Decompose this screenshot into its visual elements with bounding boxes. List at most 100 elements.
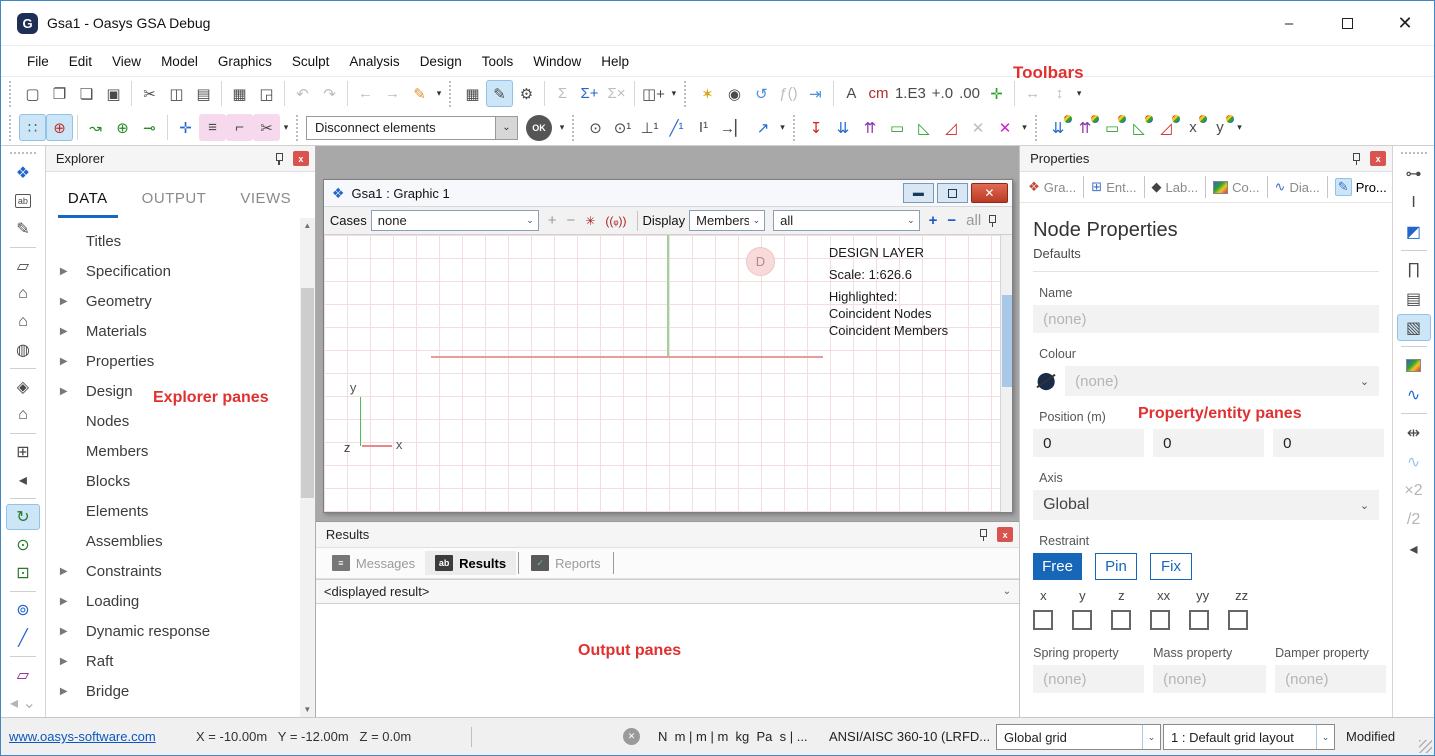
resize-grip[interactable] [1419,740,1432,753]
font[interactable]: A [838,80,865,107]
contour-shear[interactable]: ◺ [1126,114,1153,141]
menu-view[interactable]: View [102,46,151,76]
menu-analysis[interactable]: Analysis [339,46,409,76]
cut[interactable]: ✂ [136,80,163,107]
open-file[interactable]: ❐ [46,80,73,107]
clear-display[interactable]: ✕ [992,114,1019,141]
axes-triad[interactable]: ✛ [983,80,1010,107]
axis-select[interactable]: Global ⌄ [1033,490,1379,520]
oasys-link[interactable]: www.oasys-software.com [9,718,156,755]
contour-reactions[interactable]: ⇈ [1072,114,1099,141]
expand-arrow-icon[interactable]: ▶ [46,656,68,667]
diagram-settings[interactable]: ∿ [1397,381,1431,408]
tree-item-properties[interactable]: ▶Properties [46,346,300,376]
show-nodes[interactable]: ⊙ [582,114,609,141]
match-properties[interactable]: ✎ [406,80,433,107]
add-node[interactable]: ⊕ [46,114,73,141]
dof-xx-checkbox[interactable] [1150,610,1170,630]
releases[interactable]: →▏ [717,114,750,141]
scrollbar-thumb[interactable] [1002,295,1012,387]
pin-icon[interactable] [977,528,989,541]
dof-y-checkbox[interactable] [1072,610,1092,630]
select-polygon[interactable]: ▱ [6,662,40,688]
expand-arrow-icon[interactable]: ▶ [46,356,68,367]
restraint-fix-button[interactable]: Fix [1150,553,1192,580]
toolbar-caret[interactable]: ▾ [668,80,680,107]
tab-graphics[interactable]: ❖Gra... [1024,175,1080,199]
tab-entities[interactable]: ⊞Ent... [1087,175,1140,199]
spring-property-field[interactable] [1033,665,1144,693]
toolbar-caret[interactable]: ▾ [433,80,445,107]
name-field[interactable] [1033,305,1379,333]
menu-graphics[interactable]: Graphics [208,46,282,76]
goto-list[interactable]: ⇥ [802,80,829,107]
displayed-result-combo[interactable]: <displayed result> ⌄ [316,579,1019,604]
table-view[interactable]: ▦ [459,80,486,107]
sculpt-tool-combo[interactable]: Disconnect elements ⌄ [306,116,518,140]
close-file[interactable]: ❏ [73,80,100,107]
find[interactable]: ◉ [721,80,748,107]
restraint-free-button[interactable]: Free [1033,553,1082,580]
new-file[interactable]: ▢ [19,80,46,107]
tab-reports[interactable]: ✓Reports [521,551,611,575]
new-output-view[interactable]: ab [6,188,40,214]
wizard-wand[interactable]: ✶ [694,80,721,107]
expand-arrow-icon[interactable]: ▶ [46,326,68,337]
expand-arrow-icon[interactable]: ▶ [46,566,68,577]
toolbar-caret[interactable]: ▾ [1073,80,1085,107]
element-numbers[interactable]: ╱¹ [663,114,690,141]
tree-item-nodes[interactable]: Nodes [46,406,300,436]
sum-delete[interactable]: Σ× [603,80,630,107]
toolbar-drag-handle[interactable] [1401,152,1427,154]
minimize-button[interactable]: – [1260,1,1318,45]
tree-item-constraints[interactable]: ▶Constraints [46,556,300,586]
grid-layout-combo[interactable]: 1 : Default grid layout ⌄ [1163,724,1335,750]
sum-add[interactable]: Σ+ [576,80,603,107]
menu-tools[interactable]: Tools [472,46,524,76]
add-axes[interactable]: ✛ [172,114,199,141]
scale-x2[interactable]: ×2 [1397,477,1431,504]
edit-mode[interactable]: ✎ [6,216,40,242]
menu-edit[interactable]: Edit [59,46,102,76]
decimals-less[interactable]: .00 [956,80,983,107]
section-view[interactable]: I [1397,189,1431,216]
select-elements[interactable]: ╱ [6,625,40,651]
close-pane-icon[interactable]: x [293,151,309,166]
local-axes[interactable]: ↗ [750,114,777,141]
add-circle[interactable]: ⊕ [109,114,136,141]
tree-item-raft[interactable]: ▶Raft [46,646,300,676]
scale-half[interactable]: /2 [1397,506,1431,533]
tree-item-blocks[interactable]: Blocks [46,466,300,496]
menu-help[interactable]: Help [591,46,639,76]
new-graphic-view[interactable]: ❖ [6,160,40,186]
graphic-canvas[interactable]: D DESIGN LAYER Scale: 1:626.6 Highlighte… [324,235,1000,512]
tree-item-assemblies[interactable]: Assemblies [46,526,300,556]
fit-width[interactable]: ↔ [1019,80,1046,107]
case-remove-icon[interactable]: − [562,212,581,229]
shear-diagram[interactable]: ◺ [911,114,938,141]
position-z-field[interactable] [1273,429,1384,457]
no-colour-icon[interactable]: ⬤ [1033,368,1059,394]
tree-item-materials[interactable]: ▶Materials [46,316,300,346]
graphic-close-button[interactable]: ✕ [971,183,1008,203]
display-add-icon[interactable]: + [924,212,943,229]
tree-item-geometry[interactable]: ▶Geometry [46,286,300,316]
contour-moment[interactable]: ◿ [1153,114,1180,141]
sum[interactable]: Σ [549,80,576,107]
select-nodes[interactable]: ⊚ [6,597,40,623]
menu-file[interactable]: File [17,46,59,76]
toolbar-drag-handle[interactable] [9,115,13,141]
menu-design[interactable]: Design [410,46,472,76]
toolbar-drag-handle[interactable] [449,81,453,107]
dynamic-cases-icon[interactable]: ((φ)) [600,214,631,228]
position-y-field[interactable] [1153,429,1264,457]
tree-item-titles[interactable]: Titles [46,226,300,256]
units-indicator[interactable]: N m | m | m kg Pa s | ... [658,718,808,755]
function[interactable]: ƒ() [775,80,802,107]
edit-pencil[interactable]: ✎ [486,80,513,107]
animation[interactable]: ▤ [1397,285,1431,312]
collapse-strip[interactable]: ◂ [6,467,40,493]
node-numbers[interactable]: ⊙¹ [609,114,636,141]
canvas-scrollbar[interactable] [1000,235,1012,512]
view-3d-cube[interactable]: ▧ [1397,314,1431,341]
